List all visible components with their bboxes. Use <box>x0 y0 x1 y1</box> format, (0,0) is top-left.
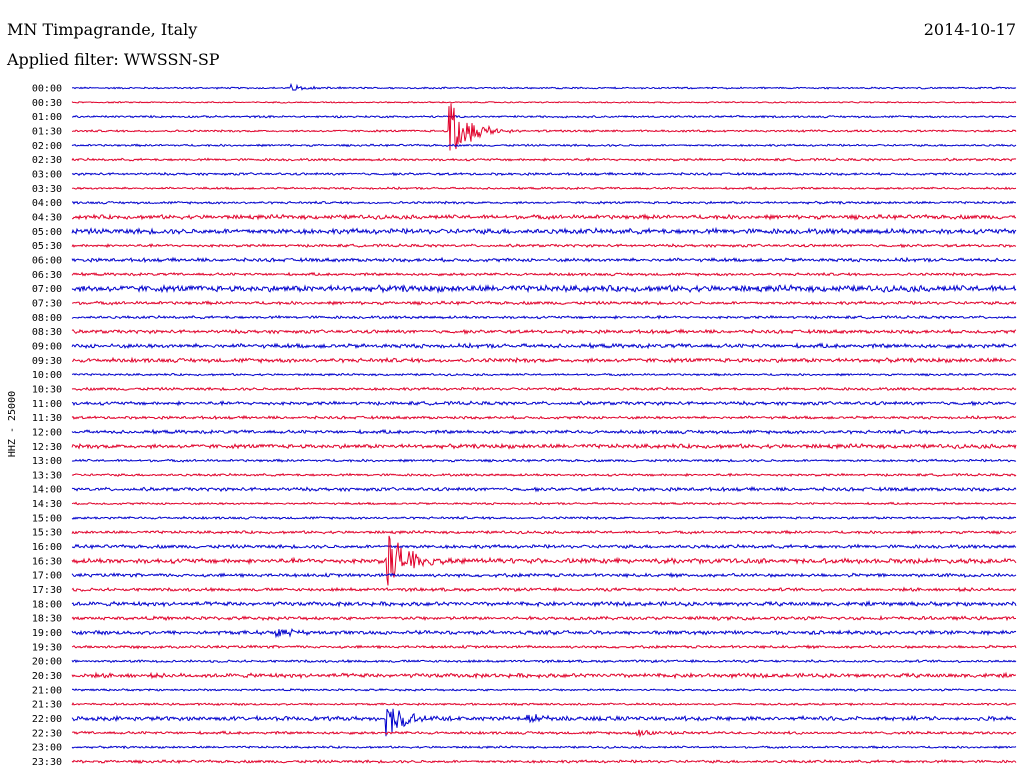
seismic-trace <box>71 671 1017 680</box>
seismic-trace <box>71 729 1017 738</box>
time-tick-label: 00:00 <box>32 84 62 95</box>
seismic-trace <box>71 143 1017 148</box>
seismic-trace <box>71 328 1017 335</box>
seismic-trace <box>71 100 1017 104</box>
time-tick-label: 16:30 <box>32 556 62 567</box>
seismic-trace <box>71 472 1017 478</box>
time-tick-label: 09:00 <box>32 341 62 352</box>
time-tick-label: 04:00 <box>32 198 62 209</box>
time-tick-label: 03:00 <box>32 169 62 180</box>
seismic-trace <box>71 702 1017 707</box>
seismic-trace <box>71 157 1017 162</box>
seismic-trace <box>71 283 1017 294</box>
seismic-trace <box>71 586 1017 593</box>
time-tick-label: 07:30 <box>32 298 62 309</box>
seismic-trace <box>71 627 1017 639</box>
time-tick-label: 10:00 <box>32 370 62 381</box>
time-tick-label: 19:30 <box>32 642 62 653</box>
time-tick-label: 08:30 <box>32 327 62 338</box>
time-tick-label: 02:30 <box>32 155 62 166</box>
seismic-trace <box>71 82 1017 91</box>
seismic-trace <box>71 314 1017 320</box>
seismic-trace <box>71 271 1017 277</box>
time-tick-label: 03:30 <box>32 184 62 195</box>
channel-label: HHZ - 25000 <box>7 391 18 457</box>
seismic-trace <box>71 103 1017 151</box>
seismic-trace <box>71 614 1017 622</box>
seismic-trace <box>71 745 1017 750</box>
seismic-trace <box>71 342 1017 350</box>
seismic-trace <box>71 114 1017 119</box>
seismic-trace <box>71 414 1017 421</box>
time-tick-label: 09:30 <box>32 356 62 367</box>
time-tick-label: 22:30 <box>32 728 62 739</box>
seismic-trace <box>71 428 1017 436</box>
time-tick-label: 23:30 <box>32 757 62 768</box>
seismic-trace <box>71 226 1017 236</box>
time-tick-label: 00:30 <box>32 98 62 109</box>
time-tick-label: 13:00 <box>32 456 62 467</box>
seismic-trace <box>71 171 1017 177</box>
time-tick-label: 02:00 <box>32 141 62 152</box>
time-tick-label: 06:30 <box>32 270 62 281</box>
time-tick-label: 01:00 <box>32 112 62 123</box>
seismic-trace <box>71 658 1017 664</box>
seismic-trace <box>71 515 1017 521</box>
seismic-trace <box>71 501 1017 506</box>
time-tick-label: 14:30 <box>32 499 62 510</box>
time-tick-label: 06:00 <box>32 255 62 266</box>
seismic-trace <box>71 442 1017 450</box>
seismic-trace <box>71 356 1017 364</box>
time-tick-label: 12:30 <box>32 442 62 453</box>
seismic-trace <box>71 386 1017 392</box>
time-tick-label: 23:00 <box>32 743 62 754</box>
time-tick-label: 17:00 <box>32 571 62 582</box>
time-tick-label: 21:00 <box>32 685 62 696</box>
seismic-trace <box>71 543 1017 550</box>
time-tick-label: 01:30 <box>32 126 62 137</box>
time-tick-label: 04:30 <box>32 212 62 223</box>
time-tick-label: 19:00 <box>32 628 62 639</box>
seismic-trace <box>71 599 1017 608</box>
helicorder-plot: 00:00 00:30 01:00 01:30 02:00 02:30 03:00 03:30… <box>7 82 1017 768</box>
seismic-trace <box>71 200 1017 206</box>
time-tick-label: 20:30 <box>32 671 62 682</box>
seismic-trace <box>71 458 1017 463</box>
seismic-trace <box>71 571 1017 579</box>
seismic-trace <box>71 485 1017 493</box>
time-tick-label: 05:00 <box>32 227 62 238</box>
time-tick-label: 11:00 <box>32 399 62 410</box>
time-tick-label: 17:30 <box>32 585 62 596</box>
time-tick-label: 10:30 <box>32 384 62 395</box>
seismic-trace <box>71 186 1017 191</box>
seismic-trace <box>71 213 1017 221</box>
time-tick-label: 12:00 <box>32 427 62 438</box>
time-tick-label: 07:00 <box>32 284 62 295</box>
time-tick-label: 15:30 <box>32 528 62 539</box>
time-tick-label: 20:00 <box>32 657 62 668</box>
time-tick-label: 21:30 <box>32 700 62 711</box>
seismic-trace <box>71 529 1017 535</box>
seismic-trace <box>71 535 1017 586</box>
time-tick-label: 18:30 <box>32 614 62 625</box>
seismic-trace <box>71 400 1017 407</box>
time-tick-label: 08:00 <box>32 313 62 324</box>
seismic-trace <box>71 372 1017 377</box>
seismic-trace <box>71 644 1017 650</box>
seismic-trace <box>71 687 1017 692</box>
time-tick-label: 22:00 <box>32 714 62 725</box>
seismic-trace <box>71 300 1017 306</box>
time-tick-label: 13:30 <box>32 470 62 481</box>
seismic-trace <box>71 243 1017 249</box>
time-tick-label: 18:00 <box>32 599 62 610</box>
seismic-trace <box>71 758 1017 765</box>
time-tick-label: 11:30 <box>32 413 62 424</box>
time-tick-label: 05:30 <box>32 241 62 252</box>
seismic-trace <box>71 256 1017 264</box>
time-tick-label: 14:00 <box>32 485 62 496</box>
time-tick-label: 16:00 <box>32 542 62 553</box>
time-tick-label: 15:00 <box>32 513 62 524</box>
